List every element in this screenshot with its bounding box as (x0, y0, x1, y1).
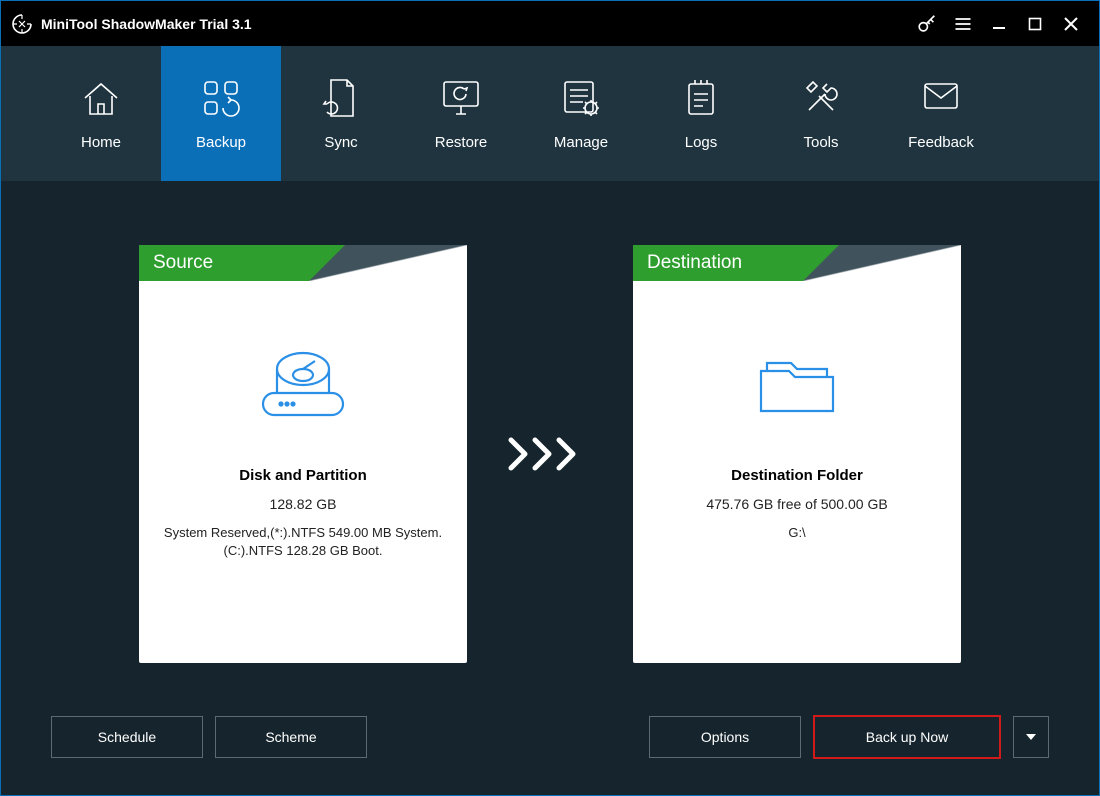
disk-icon (139, 341, 467, 431)
restore-icon (438, 76, 484, 120)
tab-tools[interactable]: Tools (761, 46, 881, 181)
backup-now-button[interactable]: Back up Now (813, 715, 1001, 759)
chevron-down-icon (1025, 731, 1037, 743)
destination-card[interactable]: Destination Destination Folder 475.76 GB… (633, 245, 961, 663)
tab-home-label: Home (81, 134, 121, 151)
maximize-icon[interactable] (1017, 1, 1053, 46)
menu-icon[interactable] (945, 1, 981, 46)
backup-icon (199, 76, 243, 120)
tab-home[interactable]: Home (41, 46, 161, 181)
app-logo-icon (9, 11, 35, 37)
destination-free: 475.76 GB free of 500.00 GB (633, 496, 961, 512)
scheme-button[interactable]: Scheme (215, 716, 367, 758)
logs-icon (681, 76, 721, 120)
tools-icon (799, 76, 843, 120)
tab-restore[interactable]: Restore (401, 46, 521, 181)
destination-path: G:\ (633, 524, 961, 542)
folder-icon (633, 341, 961, 431)
feedback-icon (919, 76, 963, 120)
tab-tools-label: Tools (803, 134, 838, 151)
tab-backup-label: Backup (196, 134, 246, 151)
source-detail: System Reserved,(*:).NTFS 549.00 MB Syst… (139, 524, 467, 559)
tab-logs-label: Logs (685, 134, 718, 151)
tab-manage-label: Manage (554, 134, 608, 151)
content-area: Source Disk and Partition 128.82 (1, 181, 1099, 795)
source-size: 128.82 GB (139, 496, 467, 512)
home-icon (79, 76, 123, 120)
direction-chevrons-icon (505, 434, 595, 474)
tab-sync[interactable]: Sync (281, 46, 401, 181)
tab-backup[interactable]: Backup (161, 46, 281, 181)
source-title: Disk and Partition (139, 467, 467, 484)
minimize-icon[interactable] (981, 1, 1017, 46)
destination-header: Destination (633, 245, 803, 281)
options-button[interactable]: Options (649, 716, 801, 758)
tab-feedback[interactable]: Feedback (881, 46, 1001, 181)
footer-bar: Schedule Scheme Options Back up Now (1, 715, 1099, 759)
app-window: MiniTool ShadowMaker Trial 3.1 (0, 0, 1100, 796)
source-card[interactable]: Source Disk and Partition 128.82 (139, 245, 467, 663)
main-nav: Home Backup Sync (1, 46, 1099, 181)
close-icon[interactable] (1053, 1, 1089, 46)
tab-feedback-label: Feedback (908, 134, 974, 151)
manage-icon (559, 76, 603, 120)
title-bar: MiniTool ShadowMaker Trial 3.1 (1, 1, 1099, 46)
key-icon[interactable] (909, 1, 945, 46)
tab-restore-label: Restore (435, 134, 488, 151)
tab-sync-label: Sync (324, 134, 357, 151)
app-title: MiniTool ShadowMaker Trial 3.1 (41, 16, 252, 32)
tab-logs[interactable]: Logs (641, 46, 761, 181)
sync-icon (321, 76, 361, 120)
source-header: Source (139, 245, 309, 281)
tab-manage[interactable]: Manage (521, 46, 641, 181)
destination-title: Destination Folder (633, 467, 961, 484)
backup-now-dropdown[interactable] (1013, 716, 1049, 758)
schedule-button[interactable]: Schedule (51, 716, 203, 758)
